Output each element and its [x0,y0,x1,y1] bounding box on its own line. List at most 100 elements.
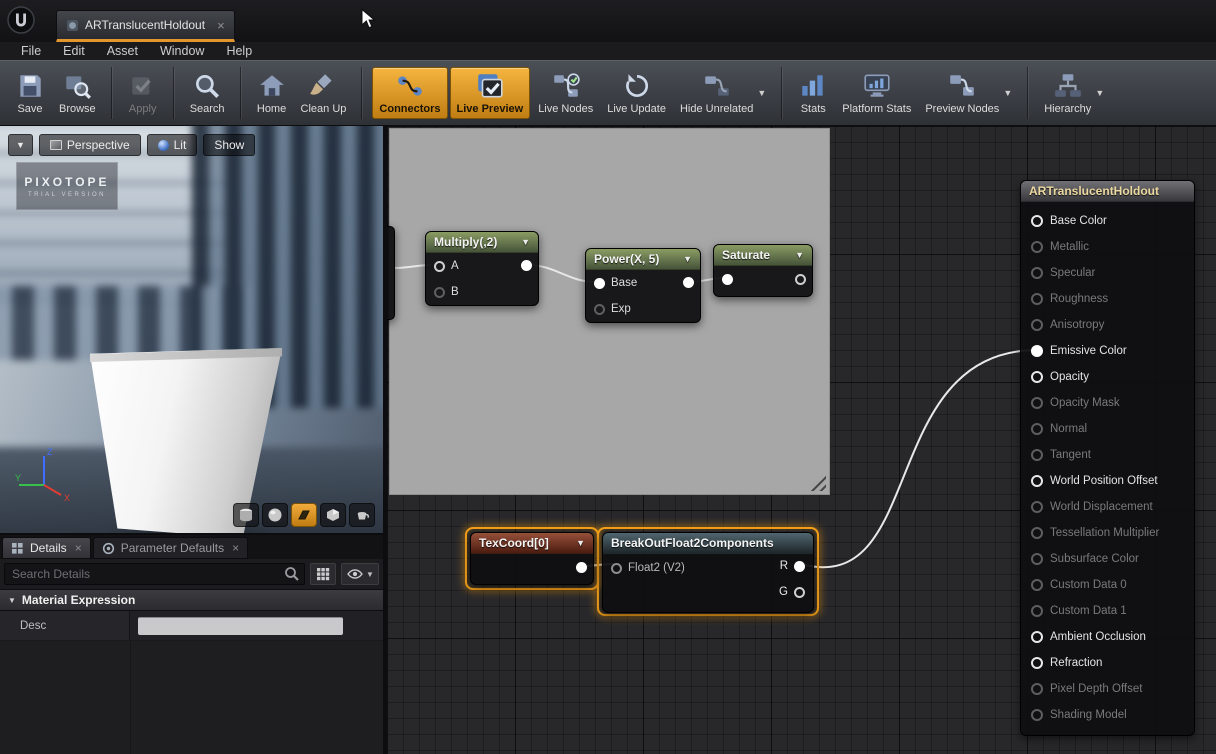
toolbar-button-hide-unrelated[interactable]: Hide Unrelated▼ [674,68,772,118]
output-pin-r[interactable] [794,561,805,572]
pin-circle[interactable] [1031,449,1043,461]
node-breakout-float2[interactable]: BreakOutFloat2Components Float2 (V2) R G [602,532,814,613]
pin-circle[interactable] [1031,241,1043,253]
output-pin[interactable] [683,277,694,288]
viewport-options-button[interactable]: ▼ [8,134,33,156]
chevron-down-icon[interactable]: ▼ [513,237,530,247]
chevron-down-icon[interactable]: ▼ [757,88,766,98]
chevron-down-icon[interactable]: ▼ [1095,88,1104,98]
material-pin-custom-data-1[interactable]: Custom Data 1 [1021,598,1194,624]
menu-help[interactable]: Help [215,43,263,59]
material-pin-ambient-occlusion[interactable]: Ambient Occlusion [1021,624,1194,650]
toolbar-button-apply[interactable]: Apply [122,68,164,118]
preview-viewport[interactable]: ▼ Perspective Lit Show PIXOTOPE TRIAL VE… [0,126,383,533]
pin-circle[interactable] [1031,423,1043,435]
lit-mode-button[interactable]: Lit [147,134,198,156]
material-pin-base-color[interactable]: Base Color [1021,208,1194,234]
input-pin-base[interactable] [594,278,605,289]
toolbar-button-connectors[interactable]: Connectors [372,67,447,119]
preview-shape-plane-button[interactable] [291,503,317,527]
material-pin-subsurface-color[interactable]: Subsurface Color [1021,546,1194,572]
view-options-button[interactable]: ▼ [341,563,379,585]
node-texcoord[interactable]: TexCoord[0] ▼ [470,532,594,585]
toolbar-button-live-preview[interactable]: Live Preview [450,67,531,119]
material-pin-roughness[interactable]: Roughness [1021,286,1194,312]
material-pin-world-position-offset[interactable]: World Position Offset [1021,468,1194,494]
toolbar-button-live-nodes[interactable]: Live Nodes [532,68,599,118]
pin-circle[interactable] [1031,631,1043,643]
material-expression-section-header[interactable]: ▼ Material Expression [0,589,383,611]
tab-close-icon[interactable]: × [75,541,82,555]
material-pin-metallic[interactable]: Metallic [1021,234,1194,260]
material-pin-pixel-depth-offset[interactable]: Pixel Depth Offset [1021,676,1194,702]
toolbar-button-live-update[interactable]: Live Update [601,68,672,118]
toolbar-button-preview-nodes[interactable]: Preview Nodes▼ [919,68,1018,118]
material-pin-specular[interactable]: Specular [1021,260,1194,286]
pin-circle[interactable] [1031,293,1043,305]
material-pin-refraction[interactable]: Refraction [1021,650,1194,676]
output-pin[interactable] [576,562,587,573]
pin-circle[interactable] [1031,215,1043,227]
material-pin-opacity[interactable]: Opacity [1021,364,1194,390]
pin-circle[interactable] [1031,371,1043,383]
output-pin-g[interactable] [794,587,805,598]
chevron-down-icon[interactable]: ▼ [787,250,804,260]
material-node-header[interactable]: ARTranslucentHoldout [1021,181,1194,202]
desc-input[interactable] [138,617,343,635]
tab-close-icon[interactable]: × [232,541,239,555]
input-pin-a[interactable] [434,261,445,272]
toolbar-button-browse[interactable]: Browse [53,68,102,118]
material-pin-opacity-mask[interactable]: Opacity Mask [1021,390,1194,416]
toolbar-button-hierarchy[interactable]: Hierarchy▼ [1038,68,1110,118]
toolbar-button-stats[interactable]: Stats [792,68,834,118]
output-pin[interactable] [795,274,806,285]
material-pin-world-displacement[interactable]: World Displacement [1021,494,1194,520]
pin-circle[interactable] [1031,345,1043,357]
menu-window[interactable]: Window [149,43,215,59]
chevron-down-icon[interactable]: ▼ [1003,88,1012,98]
pin-circle[interactable] [1031,501,1043,513]
preview-shape-teapot-button[interactable] [349,503,375,527]
material-pin-emissive-color[interactable]: Emissive Color [1021,338,1194,364]
asset-tab-artranslucentholdout[interactable]: ARTranslucentHoldout × [56,10,235,42]
pin-circle[interactable] [1031,397,1043,409]
details-tab-details[interactable]: Details× [2,537,91,559]
search-input[interactable] [4,563,305,585]
node-breakout-header[interactable]: BreakOutFloat2Components [603,533,813,554]
material-result-node[interactable]: ARTranslucentHoldout Base ColorMetallicS… [1020,180,1195,736]
input-pin-float2[interactable] [611,563,622,574]
menu-file[interactable]: File [10,43,52,59]
material-pin-custom-data-0[interactable]: Custom Data 0 [1021,572,1194,598]
pin-circle[interactable] [1031,605,1043,617]
perspective-button[interactable]: Perspective [39,134,141,156]
property-matrix-button[interactable] [310,563,336,585]
search-details-field[interactable] [4,563,305,585]
toolbar-button-save[interactable]: Save [9,68,51,118]
node-saturate-header[interactable]: Saturate ▼ [714,245,812,266]
node-saturate[interactable]: Saturate ▼ [713,244,813,297]
preview-shape-sphere-button[interactable] [262,503,288,527]
pin-circle[interactable] [1031,475,1043,487]
toolbar-button-search[interactable]: Search [184,68,231,118]
input-pin[interactable] [722,274,733,285]
pin-circle[interactable] [1031,553,1043,565]
menu-asset[interactable]: Asset [96,43,149,59]
details-tab-parameter-defaults[interactable]: Parameter Defaults× [93,537,248,559]
node-texcoord-header[interactable]: TexCoord[0] ▼ [471,533,593,554]
preview-shape-cube-button[interactable] [320,503,346,527]
offscreen-node[interactable] [387,226,395,320]
pin-circle[interactable] [1031,683,1043,695]
pin-circle[interactable] [1031,709,1043,721]
toolbar-button-platform-stats[interactable]: Platform Stats [836,68,917,118]
tab-close-icon[interactable]: × [205,18,225,33]
material-pin-shading-model[interactable]: Shading Model [1021,702,1194,728]
input-pin-exp[interactable] [594,304,605,315]
pin-circle[interactable] [1031,579,1043,591]
node-power-header[interactable]: Power(X, 5) ▼ [586,249,700,270]
comment-resize-handle[interactable] [810,475,826,491]
material-pin-anisotropy[interactable]: Anisotropy [1021,312,1194,338]
node-multiply[interactable]: Multiply(,2) ▼ A B [425,231,539,306]
pin-circle[interactable] [1031,527,1043,539]
pin-circle[interactable] [1031,319,1043,331]
chevron-down-icon[interactable]: ▼ [568,538,585,548]
